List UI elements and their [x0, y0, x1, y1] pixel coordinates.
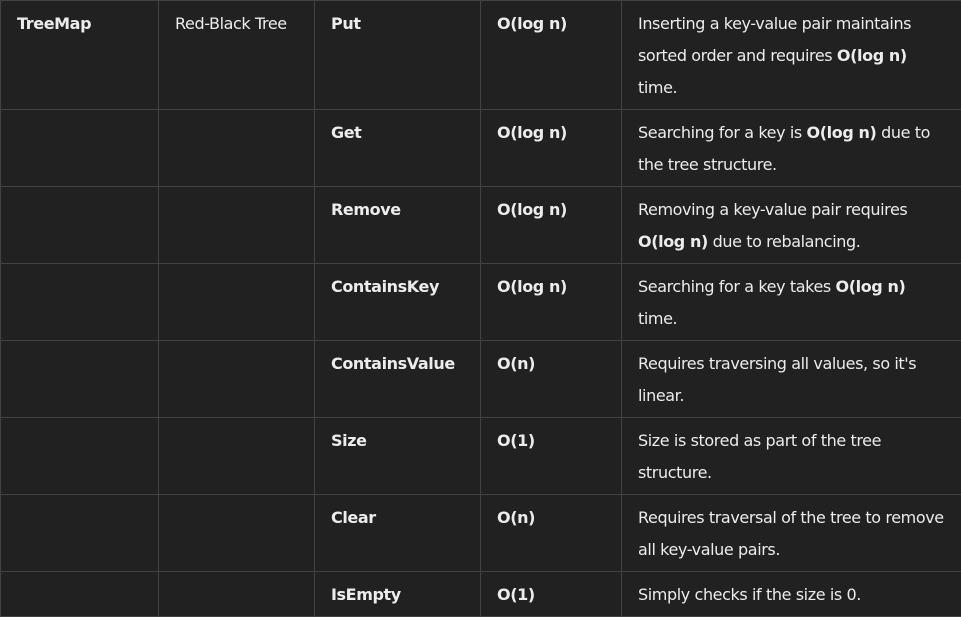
desc-seg: time.: [638, 78, 677, 97]
operation-cell: ContainsKey: [315, 264, 481, 341]
complexity-cell: O(1): [481, 572, 622, 617]
complexity-cell: O(log n): [481, 110, 622, 187]
implementation-cell: [159, 495, 315, 572]
class-cell: [1, 187, 159, 264]
implementation-cell: [159, 572, 315, 617]
class-cell: TreeMap: [1, 1, 159, 110]
operation-cell: Put: [315, 1, 481, 110]
operation-cell: Get: [315, 110, 481, 187]
complexity-cell: O(log n): [481, 264, 622, 341]
complexity-cell: O(log n): [481, 1, 622, 110]
class-cell: [1, 418, 159, 495]
description-cell: Inserting a key-value pair maintains sor…: [622, 1, 961, 110]
class-cell: [1, 110, 159, 187]
desc-seg-bold: O(log n): [837, 46, 907, 65]
table-row: Remove O(log n) Removing a key-value pai…: [1, 187, 961, 264]
class-cell: [1, 341, 159, 418]
description-cell: Searching for a key is O(log n) due to t…: [622, 110, 961, 187]
description-cell: Requires traversal of the tree to remove…: [622, 495, 961, 572]
desc-seg: Searching for a key takes: [638, 277, 836, 296]
operation-cell: Remove: [315, 187, 481, 264]
table-row: Clear O(n) Requires traversal of the tre…: [1, 495, 961, 572]
complexity-cell: O(1): [481, 418, 622, 495]
class-cell: [1, 572, 159, 617]
complexity-cell: O(log n): [481, 187, 622, 264]
desc-seg: Requires traversal of the tree to remove…: [638, 508, 944, 559]
class-cell: [1, 495, 159, 572]
operation-cell: ContainsValue: [315, 341, 481, 418]
implementation-cell: [159, 110, 315, 187]
complexity-cell: O(n): [481, 495, 622, 572]
description-cell: Removing a key-value pair requires O(log…: [622, 187, 961, 264]
description-cell: Searching for a key takes O(log n) time.: [622, 264, 961, 341]
desc-seg: due to rebalancing.: [708, 232, 861, 251]
table-row: Get O(log n) Searching for a key is O(lo…: [1, 110, 961, 187]
description-cell: Size is stored as part of the tree struc…: [622, 418, 961, 495]
class-cell: [1, 264, 159, 341]
desc-seg: Removing a key-value pair requires: [638, 200, 907, 219]
desc-seg: Requires traversing all values, so it's …: [638, 354, 916, 405]
table-row: ContainsValue O(n) Requires traversing a…: [1, 341, 961, 418]
table-row: Size O(1) Size is stored as part of the …: [1, 418, 961, 495]
table-row: ContainsKey O(log n) Searching for a key…: [1, 264, 961, 341]
desc-seg: Simply checks if the size is 0.: [638, 585, 861, 604]
implementation-cell: [159, 187, 315, 264]
implementation-cell: [159, 418, 315, 495]
operation-cell: Clear: [315, 495, 481, 572]
desc-seg-bold: O(log n): [638, 232, 708, 251]
operation-cell: Size: [315, 418, 481, 495]
operation-cell: IsEmpty: [315, 572, 481, 617]
implementation-cell: [159, 341, 315, 418]
description-cell: Requires traversing all values, so it's …: [622, 341, 961, 418]
desc-seg-bold: O(log n): [836, 277, 906, 296]
complexity-table: TreeMap Red-Black Tree Put O(log n) Inse…: [0, 0, 961, 617]
desc-seg: time.: [638, 309, 677, 328]
complexity-cell: O(n): [481, 341, 622, 418]
desc-seg: Searching for a key is: [638, 123, 807, 142]
table-row: TreeMap Red-Black Tree Put O(log n) Inse…: [1, 1, 961, 110]
desc-seg: Size is stored as part of the tree struc…: [638, 431, 881, 482]
implementation-cell: Red-Black Tree: [159, 1, 315, 110]
implementation-cell: [159, 264, 315, 341]
table-row: IsEmpty O(1) Simply checks if the size i…: [1, 572, 961, 617]
desc-seg-bold: O(log n): [807, 123, 877, 142]
description-cell: Simply checks if the size is 0.: [622, 572, 961, 617]
